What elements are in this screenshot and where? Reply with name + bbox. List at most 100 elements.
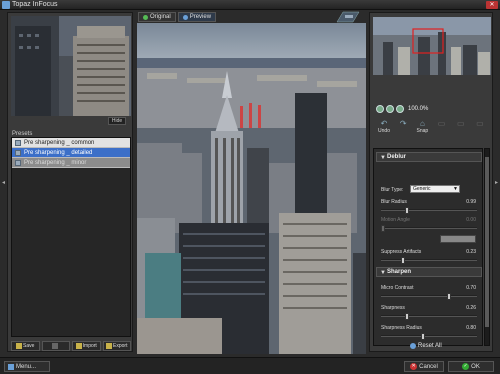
collapse-triangle-icon: ▼ (380, 270, 386, 276)
view-tabs: Original Preview (138, 12, 217, 22)
import-label: Import (82, 343, 97, 349)
sharpness-slider[interactable] (381, 313, 477, 320)
blur-type-value: Generic (413, 186, 431, 192)
micro-contrast-value: 0.70 (466, 285, 476, 291)
sharpen-section-header[interactable]: ▼ Sharpen (376, 267, 482, 277)
ok-label: OK (471, 363, 480, 370)
preset-icon (15, 140, 21, 146)
tab-original-label: Original (150, 14, 171, 20)
collapse-right-arrow-icon[interactable]: ▸ (494, 178, 499, 188)
settings-scrollbar[interactable] (484, 148, 490, 346)
right-panel: 100.0% ↶ Undo ↷ ⌂ Snap ▭ ▭ ▭ ▼ Deblur Bl… (369, 12, 493, 352)
preset-label: Pre sharpening _ detailed (24, 150, 93, 156)
tab-original[interactable]: Original (138, 12, 176, 22)
reset-all-label: Reset All (418, 343, 442, 349)
tab-preview[interactable]: Preview (177, 12, 217, 22)
redo-icon: ↷ (399, 119, 407, 128)
reset-icon (410, 343, 416, 349)
window-title: Topaz InFocus (12, 1, 58, 8)
tool-button[interactable]: ▭ (452, 120, 470, 138)
disabled-preset-button[interactable] (41, 341, 70, 351)
slider-knob[interactable] (401, 257, 405, 264)
save-icon (16, 343, 23, 349)
collapse-triangle-icon: ▼ (380, 155, 386, 161)
undo-icon: ↶ (380, 119, 388, 128)
snap-icon: ⌂ (419, 119, 425, 128)
preset-buttons: Save Import Export (11, 341, 131, 351)
motion-preview-swatch (440, 235, 476, 243)
zoom-in-icon[interactable] (396, 105, 404, 113)
blur-radius-slider[interactable] (381, 207, 477, 214)
suppress-artifacts-label: Suppress Artifacts (381, 249, 422, 255)
collapse-left-arrow-icon[interactable]: ◂ (1, 178, 6, 188)
preset-item-selected[interactable]: Pre sharpening _ detailed (12, 148, 130, 158)
reset-all-button[interactable]: Reset All (410, 343, 442, 349)
motion-angle-label: Motion Angle (381, 217, 410, 223)
sharpness-radius-slider[interactable] (381, 333, 477, 340)
slider-knob[interactable] (381, 225, 385, 232)
deblur-title: Deblur (387, 154, 407, 160)
preview-image[interactable] (137, 23, 366, 354)
toolbar: ↶ Undo ↷ ⌂ Snap ▭ ▭ ▭ (375, 120, 489, 138)
snap-label: Snap (416, 128, 429, 134)
cancel-icon: ✕ (410, 363, 418, 370)
slider-knob[interactable] (405, 313, 409, 320)
ok-button[interactable]: ✓ OK (448, 361, 494, 372)
preset-action-icon (52, 343, 59, 349)
preset-icon (15, 150, 21, 156)
motion-angle-value: 0.00 (466, 217, 476, 223)
zoom-fit-icon[interactable] (386, 105, 394, 113)
suppress-artifacts-slider[interactable] (381, 257, 477, 264)
scrollbar-thumb[interactable] (485, 157, 489, 327)
tool-icon: ▭ (437, 119, 446, 128)
export-button[interactable]: Export (102, 341, 131, 351)
blur-type-select[interactable]: Generic ▼ (410, 185, 460, 193)
preset-item[interactable]: Pre sharpening _ common (12, 138, 130, 148)
tab-preview-label: Preview (189, 14, 212, 20)
blue-dot-icon (182, 14, 188, 20)
menu-label: Menu... (16, 363, 37, 370)
hide-button[interactable]: Hide (108, 117, 126, 125)
navigator-thumbnail[interactable] (373, 17, 491, 75)
ok-icon: ✓ (462, 363, 470, 370)
redo-button[interactable]: ↷ (394, 120, 412, 138)
blur-radius-label: Blur Radius (381, 199, 407, 205)
slider-knob[interactable] (447, 293, 451, 300)
preset-icon (15, 160, 21, 166)
settings-panel: ▼ Deblur Blur Type: Generic ▼ Blur Radiu… (373, 148, 483, 346)
deblur-section-header[interactable]: ▼ Deblur (376, 152, 482, 162)
snap-button[interactable]: ⌂ Snap (413, 120, 431, 138)
import-button[interactable]: Import (72, 341, 101, 351)
sharpen-title: Sharpen (387, 269, 412, 275)
presets-list: Pre sharpening _ common Pre sharpening _… (11, 137, 131, 337)
tool-icon: ▭ (476, 119, 484, 128)
undo-label: Undo (378, 128, 390, 134)
preset-label: Pre sharpening _ common (24, 140, 95, 146)
preset-thumbnail (11, 16, 131, 116)
tool-button[interactable]: ▭ (471, 120, 489, 138)
export-label: Export (113, 343, 128, 349)
close-button[interactable]: ✕ (486, 1, 498, 9)
left-panel: Hide Presets Pre sharpening _ common Pre… (7, 12, 133, 352)
slider-knob[interactable] (405, 207, 409, 214)
menu-button[interactable]: Menu... (4, 361, 50, 372)
zoom-level: 100.0% (408, 106, 429, 112)
save-preset-button[interactable]: Save (11, 341, 40, 351)
zoom-out-icon[interactable] (376, 105, 384, 113)
tool-icon: ▭ (456, 119, 465, 128)
logo-icon (336, 11, 360, 23)
app-icon (2, 1, 10, 9)
undo-button[interactable]: ↶ Undo (375, 120, 393, 138)
tool-button[interactable]: ▭ (433, 120, 451, 138)
cancel-button[interactable]: ✕ Cancel (404, 361, 444, 372)
blur-radius-value: 0.99 (466, 199, 476, 205)
sharpness-radius-value: 0.80 (466, 325, 476, 331)
preset-item[interactable]: Pre sharpening _ minor (12, 158, 130, 168)
preset-label: Pre sharpening _ minor (24, 160, 87, 166)
micro-contrast-label: Micro Contrast (381, 285, 414, 291)
slider-knob[interactable] (421, 333, 425, 340)
bottom-bar: Menu... ✕ Cancel ✓ OK (0, 357, 500, 374)
zoom-controls: 100.0% (376, 105, 428, 113)
motion-angle-slider[interactable] (381, 225, 477, 232)
micro-contrast-slider[interactable] (381, 293, 477, 300)
